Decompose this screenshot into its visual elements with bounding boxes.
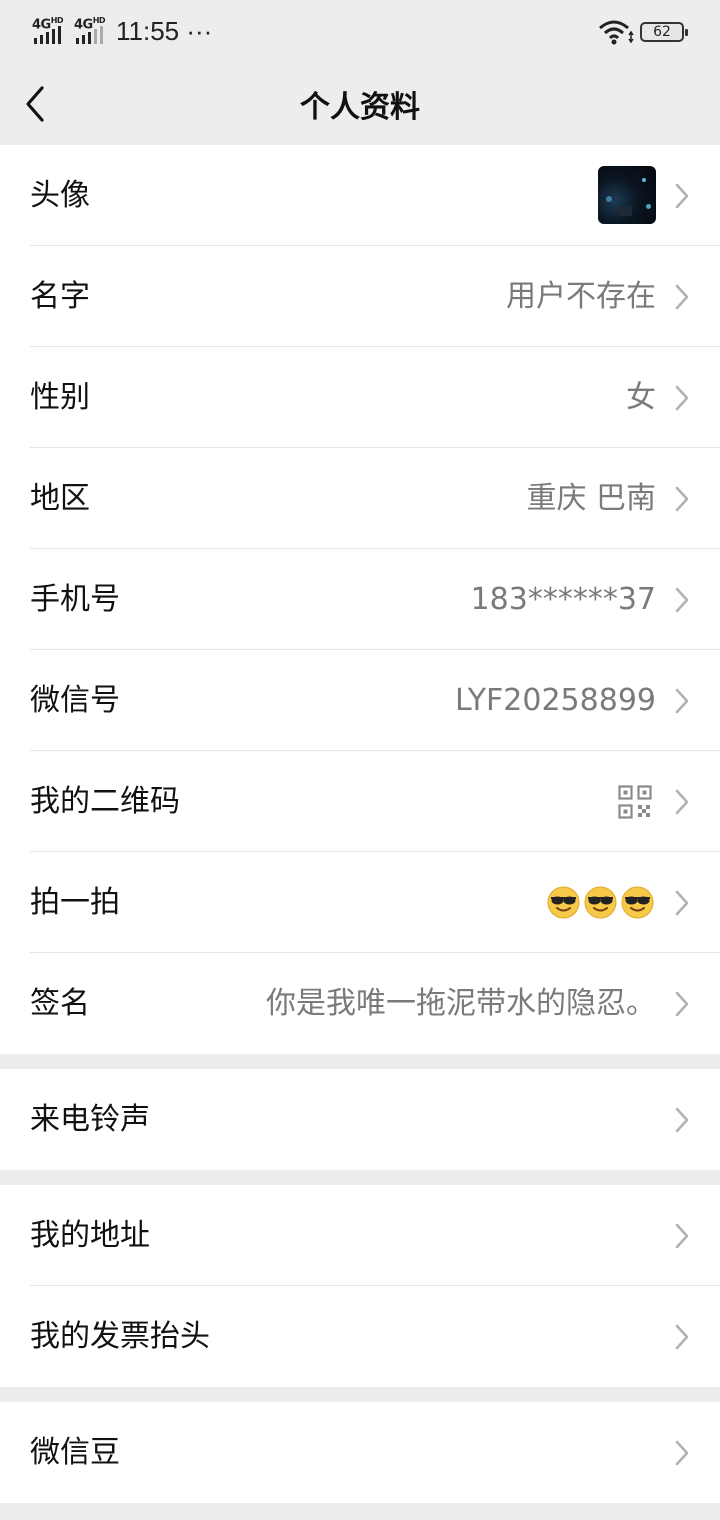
page-title: 个人资料: [300, 90, 420, 125]
chevron-right-icon: [675, 385, 689, 411]
pat-row[interactable]: 拍一拍: [0, 852, 720, 953]
ringtone-group: 来电铃声: [0, 1069, 720, 1170]
invoice-title-label: 我的发票抬头: [30, 1319, 210, 1354]
wechat-beans-label: 微信豆: [30, 1435, 120, 1470]
qr-code-icon: [618, 785, 652, 819]
chevron-right-icon: [675, 587, 689, 613]
address-group: 我的地址 我的发票抬头: [0, 1185, 720, 1387]
sunglasses-emoji-icon: [547, 886, 580, 919]
chevron-right-icon: [675, 183, 689, 209]
wifi-icon: [599, 20, 634, 45]
chevron-right-icon: [675, 486, 689, 512]
avatar: [598, 166, 656, 224]
wechat-id-value: LYF20258899: [454, 683, 656, 718]
battery-indicator: 62: [640, 22, 688, 42]
name-label: 名字: [30, 279, 90, 314]
chevron-right-icon: [675, 284, 689, 310]
avatar-label: 头像: [30, 178, 90, 213]
region-row[interactable]: 地区 重庆 巴南: [0, 448, 720, 549]
chevron-right-icon: [675, 789, 689, 815]
qr-code-label: 我的二维码: [30, 784, 180, 819]
profile-group: 头像 名字 用户不存在 性别 女 地区 重庆 巴南 手机号 183******3…: [0, 145, 720, 1054]
nav-bar: 个人资料: [0, 64, 720, 144]
chevron-right-icon: [675, 890, 689, 916]
gender-value: 女: [626, 380, 656, 415]
signal-icon-1: 4GHD: [32, 16, 68, 44]
beans-group: 微信豆: [0, 1402, 720, 1503]
chevron-right-icon: [675, 1223, 689, 1249]
signal-icon-2: 4GHD: [74, 16, 110, 44]
wechat-id-label: 微信号: [30, 683, 120, 718]
phone-label: 手机号: [30, 582, 120, 617]
qr-code-row[interactable]: 我的二维码: [0, 751, 720, 852]
gender-label: 性别: [30, 380, 90, 415]
phone-row[interactable]: 手机号 183******37: [0, 549, 720, 650]
signature-value: 你是我唯一拖泥带水的隐忍。: [266, 986, 656, 1021]
ringtone-label: 来电铃声: [30, 1102, 150, 1137]
address-label: 我的地址: [30, 1218, 150, 1253]
address-row[interactable]: 我的地址: [0, 1185, 720, 1286]
pat-emojis: [547, 886, 654, 919]
ringtone-row[interactable]: 来电铃声: [0, 1069, 720, 1170]
pat-label: 拍一拍: [30, 885, 120, 920]
region-label: 地区: [30, 481, 90, 516]
signature-label: 签名: [30, 986, 90, 1021]
chevron-right-icon: [675, 1107, 689, 1133]
chevron-right-icon: [675, 991, 689, 1017]
sunglasses-emoji-icon: [584, 886, 617, 919]
sunglasses-emoji-icon: [621, 886, 654, 919]
invoice-title-row[interactable]: 我的发票抬头: [0, 1286, 720, 1387]
status-bar: 4GHD 4GHD 11:55 ··· 62: [0, 0, 720, 64]
chevron-right-icon: [675, 688, 689, 714]
avatar-row[interactable]: 头像: [0, 145, 720, 246]
chevron-right-icon: [675, 1440, 689, 1466]
wechat-beans-row[interactable]: 微信豆: [0, 1402, 720, 1503]
bottom-edge: [0, 1510, 720, 1520]
signature-row[interactable]: 签名 你是我唯一拖泥带水的隐忍。: [0, 953, 720, 1054]
name-value: 用户不存在: [506, 279, 656, 314]
chevron-right-icon: [675, 1324, 689, 1350]
wechat-id-row[interactable]: 微信号 LYF20258899: [0, 650, 720, 751]
gender-row[interactable]: 性别 女: [0, 347, 720, 448]
phone-value: 183******37: [470, 582, 656, 617]
name-row[interactable]: 名字 用户不存在: [0, 246, 720, 347]
region-value: 重庆 巴南: [526, 481, 656, 516]
status-time: 11:55 ···: [116, 16, 213, 46]
